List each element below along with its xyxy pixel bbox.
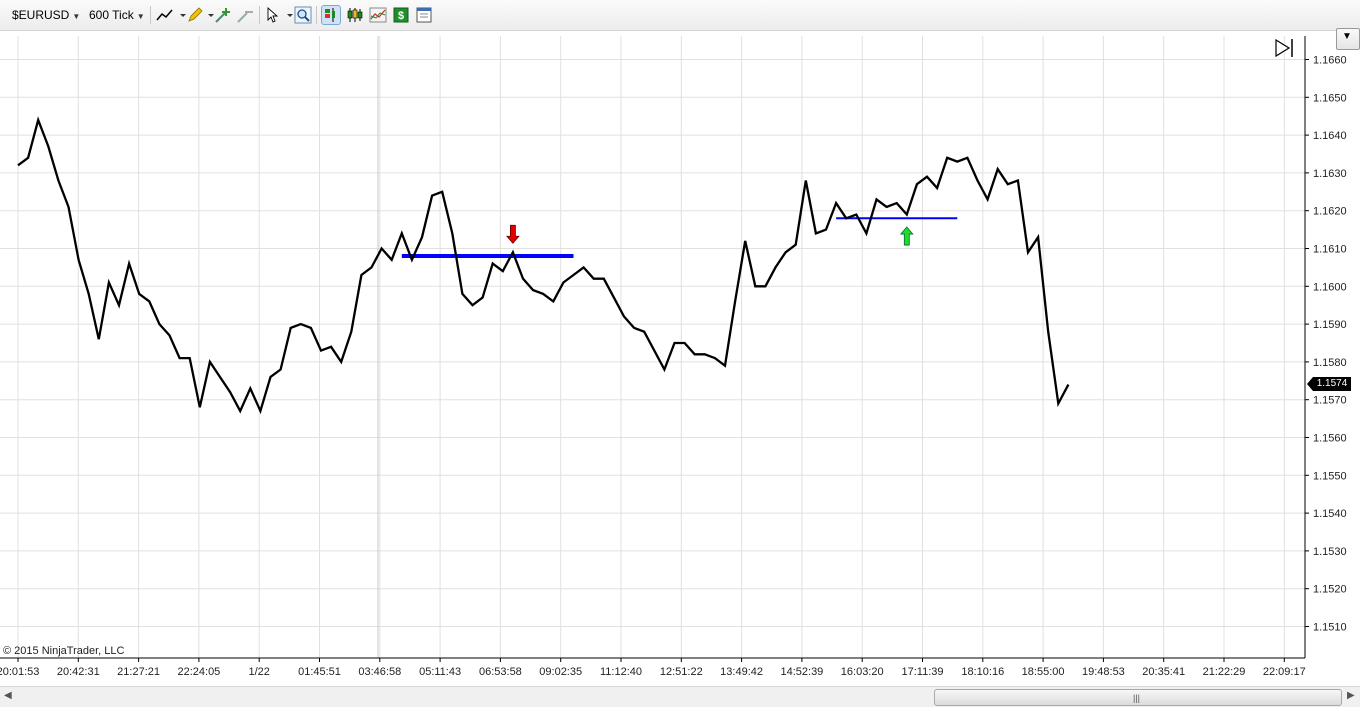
price-tick-label: 1.1610 [1313,244,1347,256]
time-tick-label: 01:45:51 [298,666,341,678]
toolbar-divider [316,6,317,24]
dollar-icon[interactable]: $ [392,6,410,24]
price-tick-label: 1.1530 [1313,546,1347,558]
time-tick-label: 03:46:58 [358,666,401,678]
zoom-icon[interactable] [294,6,312,24]
time-tick-label: 21:22:29 [1203,666,1246,678]
price-tick-label: 1.1620 [1313,206,1347,218]
scroll-left-icon[interactable]: ◀ [4,690,12,701]
interval-label: 600 Tick [89,8,134,22]
price-tick-label: 1.1630 [1313,168,1347,180]
price-tick-label: 1.1580 [1313,357,1347,369]
grip-icon: ||| [1133,693,1141,703]
copyright-text: © 2015 NinjaTrader, LLC [3,645,125,657]
time-tick-label: 22:24:05 [177,666,220,678]
chart-toolbar: $EURUSD ▼ 600 Tick ▼ $ [0,0,1360,31]
price-tick-label: 1.1600 [1313,281,1347,293]
price-tick-label: 1.1520 [1313,584,1347,596]
interval-selector[interactable]: 600 Tick ▼ [89,5,145,25]
price-tick-label: 1.1650 [1313,92,1347,104]
instrument-label: $EURUSD [12,8,70,22]
chevron-down-icon: ▼ [136,12,145,21]
pointer-icon[interactable] [264,6,282,24]
price-tick-label: 1.1640 [1313,130,1347,142]
properties-icon[interactable] [415,6,433,24]
price-tick-label: 1.1540 [1313,508,1347,520]
time-tick-label: 1/22 [248,666,269,678]
chart-panel[interactable]: 1.1660 1.1650 1.1640 1.1630 1.1620 1.1610 1.16… [0,36,1360,696]
price-tick-label: 1.1560 [1313,433,1347,445]
time-tick-label: 12:51:22 [660,666,703,678]
price-axis: 1.1660 1.1650 1.1640 1.1630 1.1620 1.1610 1.16… [1305,55,1347,634]
chevron-down-icon[interactable] [174,6,186,24]
order-panel-icon[interactable] [321,5,341,25]
instrument-selector[interactable]: $EURUSD ▼ [12,5,80,25]
price-tick-label: 1.1550 [1313,470,1347,482]
price-tick-label: 1.1660 [1313,55,1347,67]
toolbar-divider [259,6,260,24]
price-chart[interactable]: 1.1660 1.1650 1.1640 1.1630 1.1620 1.1610 1.16… [0,36,1360,696]
toolbar-divider [150,6,151,24]
time-tick-label: 18:55:00 [1022,666,1065,678]
horizontal-scrollbar[interactable]: ◀ ||| ▶ [0,686,1360,707]
time-tick-label: 16:03:20 [841,666,884,678]
time-tick-label: 22:09:17 [1263,666,1306,678]
time-tick-label: 13:49:42 [720,666,763,678]
time-axis: 20:01:53 20:42:31 21:27:21 22:24:05 1/22 01:4… [0,658,1306,678]
time-tick-label: 14:52:39 [780,666,823,678]
price-tick-label: 1.1510 [1313,622,1347,634]
time-tick-label: 11:12:40 [600,666,642,678]
time-tick-label: 21:27:21 [117,666,160,678]
scrollbar-thumb[interactable]: ||| [934,689,1342,706]
time-tick-label: 17:11:39 [901,666,943,678]
price-tick-label: 1.1590 [1313,319,1347,331]
price-tick-label: 1.1570 [1313,395,1347,407]
chevron-down-icon[interactable] [281,6,293,24]
time-tick-label: 09:02:35 [539,666,582,678]
time-tick-label: 05:11:43 [419,666,461,678]
scroll-right-icon[interactable]: ▶ [1347,690,1355,701]
svg-text:$: $ [398,10,404,22]
indicator-add-icon[interactable] [214,6,232,24]
chart-style-icon[interactable] [369,6,387,24]
indicator-remove-icon[interactable] [236,6,254,24]
candlestick-icon[interactable] [346,6,364,24]
time-tick-label: 19:48:53 [1082,666,1125,678]
chart-menu-dropdown-icon[interactable]: ▼ [1336,28,1360,50]
chevron-down-icon: ▼ [72,12,81,21]
chevron-down-icon[interactable] [202,6,214,24]
time-tick-label: 18:10:16 [961,666,1004,678]
last-price-marker: 1.1574 [1307,377,1351,391]
time-tick-label: 20:42:31 [57,666,100,678]
line-draw-icon[interactable] [156,6,174,24]
time-tick-label: 20:35:41 [1142,666,1185,678]
time-tick-label: 06:53:58 [479,666,522,678]
time-tick-label: 20:01:53 [0,666,39,678]
